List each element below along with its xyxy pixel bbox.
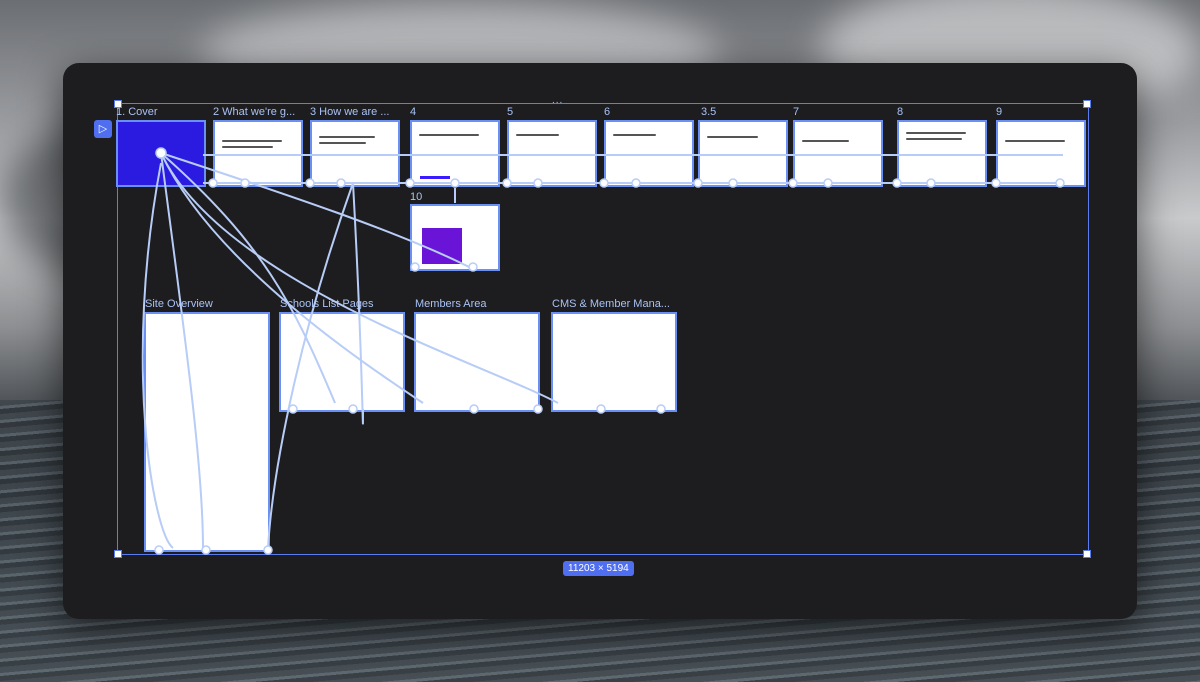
dimensions-badge: 11203 × 5194: [563, 561, 634, 576]
canvas-window: ... ▷ 1. Cover 2 What we're g... 3 How w…: [63, 63, 1137, 619]
design-canvas[interactable]: ... ▷ 1. Cover 2 What we're g... 3 How w…: [63, 63, 1137, 619]
prototype-connections: [141, 147, 1065, 555]
